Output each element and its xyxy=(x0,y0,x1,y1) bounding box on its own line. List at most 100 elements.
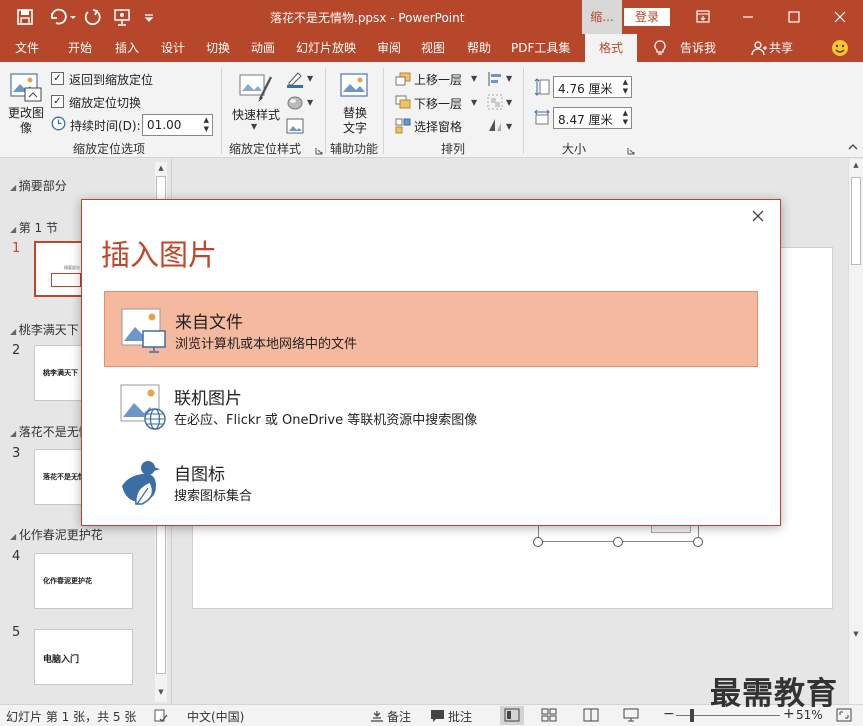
fit-to-window-icon[interactable] xyxy=(836,708,852,722)
customize-qat-icon[interactable] xyxy=(143,7,155,27)
section-1[interactable]: ◢ 第 1 节 xyxy=(10,219,58,236)
smiley-feedback-icon[interactable] xyxy=(831,39,849,57)
send-backward-dropdown-icon[interactable]: ▼ xyxy=(471,98,477,107)
notes-button[interactable]: 备注 xyxy=(387,708,411,725)
send-backward-button[interactable]: 下移一层 xyxy=(414,95,462,112)
login-button[interactable]: 登录 xyxy=(624,8,670,26)
background-image-icon[interactable] xyxy=(286,118,304,134)
resize-handle-bottom-left[interactable] xyxy=(533,537,543,547)
border-dropdown-icon[interactable]: ▼ xyxy=(307,74,313,83)
tab-slideshow[interactable]: 幻灯片放映 xyxy=(296,34,356,62)
alt-text-icon[interactable] xyxy=(338,71,370,103)
resize-handle-bottom-center[interactable] xyxy=(613,537,623,547)
option-from-icons[interactable]: 自图标 搜索图标集合 xyxy=(104,444,758,520)
slide-sorter-view-icon[interactable] xyxy=(541,708,557,722)
collapse-ribbon-icon[interactable] xyxy=(847,142,859,152)
rotate-icon[interactable] xyxy=(487,117,503,133)
ribbon-display-options-icon[interactable] xyxy=(680,0,726,34)
effects-dropdown-icon[interactable]: ▼ xyxy=(307,98,313,107)
share-person-icon[interactable] xyxy=(751,40,767,56)
tab-home[interactable]: 开始 xyxy=(68,34,92,62)
start-slideshow-icon[interactable] xyxy=(112,7,134,27)
quick-styles-icon[interactable] xyxy=(238,71,274,105)
minimize-icon[interactable] xyxy=(725,0,771,34)
zoom-out-icon[interactable]: − xyxy=(663,706,675,722)
height-spinner[interactable]: 4.76 厘米 ▲ ▼ xyxy=(553,76,632,98)
tab-design[interactable]: 设计 xyxy=(161,34,185,62)
spin-up-icon[interactable]: ▲ xyxy=(204,116,209,124)
option-online-pictures[interactable]: 联机图片 在必应、Flickr 或 OneDrive 等联机资源中搜索图像 xyxy=(104,368,758,444)
scroll-up-icon[interactable]: ▲ xyxy=(155,164,167,174)
resize-handle-bottom-right[interactable] xyxy=(693,537,703,547)
reading-view-icon[interactable] xyxy=(583,708,599,722)
width-up-icon[interactable]: ▲ xyxy=(623,109,628,117)
quick-styles-button[interactable]: 快速样式 xyxy=(232,106,280,123)
editor-scroll-down-icon[interactable]: ▼ xyxy=(850,630,862,640)
close-dialog-icon[interactable] xyxy=(750,208,766,224)
close-window-icon[interactable] xyxy=(817,0,863,34)
maximize-icon[interactable] xyxy=(771,0,817,34)
editor-scroll-up-icon[interactable]: ▲ xyxy=(850,161,862,171)
slide-thumbnail-4[interactable]: 化作春泥更护花 xyxy=(34,553,133,609)
group-objects-icon[interactable] xyxy=(487,94,503,110)
spin-down-icon[interactable]: ▼ xyxy=(204,125,209,133)
group-dropdown-icon[interactable]: ▼ xyxy=(506,98,512,107)
zoom-slider-thumb[interactable] xyxy=(690,709,694,722)
scroll-down-icon[interactable]: ▼ xyxy=(155,688,167,698)
width-down-icon[interactable]: ▼ xyxy=(623,118,628,126)
send-backward-icon[interactable] xyxy=(395,95,411,109)
width-spinner[interactable]: 8.47 厘米 ▲ ▼ xyxy=(553,107,632,129)
tab-file[interactable]: 文件 xyxy=(15,34,39,62)
bring-forward-button[interactable]: 上移一层 xyxy=(414,71,462,88)
section-huazuo[interactable]: ◢ 化作春泥更护花 xyxy=(10,526,103,543)
height-up-icon[interactable]: ▲ xyxy=(623,78,628,86)
alt-text-button[interactable]: 替换文字 xyxy=(340,106,370,136)
selection-pane-button[interactable]: 选择窗格 xyxy=(414,118,462,135)
redo-icon[interactable] xyxy=(82,7,102,27)
comments-icon[interactable] xyxy=(430,709,445,723)
section-luohua[interactable]: ◢ 落花不是无情物 xyxy=(10,423,85,440)
tab-view[interactable]: 视图 xyxy=(421,34,445,62)
spell-check-icon[interactable] xyxy=(154,709,168,723)
save-icon[interactable] xyxy=(15,7,35,27)
change-image-button[interactable]: 更改图像 xyxy=(8,106,44,136)
tab-insert[interactable]: 插入 xyxy=(115,34,139,62)
bring-forward-dropdown-icon[interactable]: ▼ xyxy=(471,74,477,83)
zoom-transition-checkbox[interactable]: ✓ xyxy=(51,95,64,108)
undo-icon[interactable] xyxy=(47,7,67,27)
tab-review[interactable]: 审阅 xyxy=(377,34,401,62)
selection-pane-icon[interactable] xyxy=(395,118,411,134)
section-taoli[interactable]: ◢ 桃李满天下 xyxy=(10,321,85,338)
bring-forward-icon[interactable] xyxy=(395,72,411,86)
tab-format[interactable]: 格式 xyxy=(585,34,637,62)
tab-transitions[interactable]: 切换 xyxy=(206,34,230,62)
dialog-launcher-icon[interactable] xyxy=(315,147,323,155)
slide-thumbnail-5[interactable]: 电脑入门 xyxy=(34,629,133,685)
align-dropdown-icon[interactable]: ▼ xyxy=(506,74,512,83)
tell-me-search[interactable]: 告诉我 xyxy=(680,34,716,62)
tab-help[interactable]: 帮助 xyxy=(467,34,491,62)
tab-animations[interactable]: 动画 xyxy=(251,34,275,62)
language-status[interactable]: 中文(中国) xyxy=(187,708,244,725)
effects-icon[interactable] xyxy=(286,94,304,112)
height-down-icon[interactable]: ▼ xyxy=(623,87,628,95)
option-from-file[interactable]: 来自文件 浏览计算机或本地网络中的文件 xyxy=(104,291,758,367)
undo-dropdown-icon[interactable] xyxy=(68,7,78,27)
notes-icon[interactable] xyxy=(370,709,384,723)
section-summary[interactable]: ◢ 摘要部分 xyxy=(10,177,67,194)
share-button[interactable]: 共享 xyxy=(769,34,793,62)
editor-scrollbar[interactable]: ▲ ▼ xyxy=(848,159,863,704)
context-tab-zoom[interactable]: 缩... xyxy=(582,0,622,34)
normal-view-icon[interactable] xyxy=(500,706,524,725)
change-image-icon[interactable] xyxy=(9,72,43,104)
slideshow-view-icon[interactable] xyxy=(623,708,639,722)
align-icon[interactable] xyxy=(487,71,503,87)
border-pen-icon[interactable] xyxy=(286,70,304,88)
quick-styles-dropdown-icon[interactable]: ▼ xyxy=(251,122,257,131)
tab-pdf-tools[interactable]: PDF工具集 xyxy=(511,34,570,62)
editor-scroll-thumb[interactable] xyxy=(851,177,861,265)
duration-spinner[interactable]: 01.00 ▲ ▼ xyxy=(142,114,213,136)
return-to-zoom-checkbox[interactable]: ✓ xyxy=(51,72,64,85)
rotate-dropdown-icon[interactable]: ▼ xyxy=(506,122,512,131)
comments-button[interactable]: 批注 xyxy=(448,708,472,725)
